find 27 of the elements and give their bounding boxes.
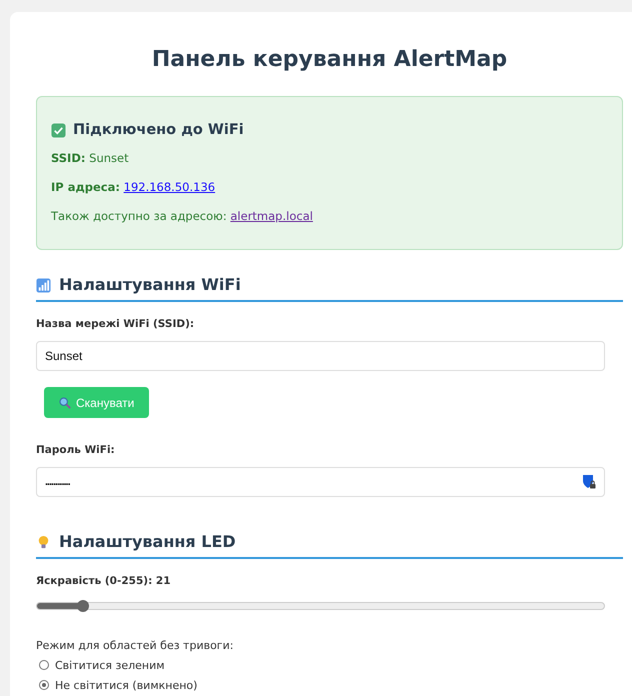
led-section-heading: Налаштування LED <box>59 531 236 553</box>
magnifier-icon <box>59 396 71 408</box>
wifi-section-heading: Налаштування WiFi <box>59 274 241 296</box>
page-title: Панель керування AlertMap <box>150 46 508 74</box>
ssid-field-label: Назва мережі WiFi (SSID): <box>36 317 196 332</box>
slider-thumb[interactable] <box>77 600 90 612</box>
ssid-value: Sunset <box>89 151 129 165</box>
ssid-input-field[interactable]: Sunset <box>36 341 605 371</box>
brightness-label: Яскравість (0-255): 21 <box>36 574 172 589</box>
alt-address-link[interactable]: alertmap.local <box>230 209 313 223</box>
ssid-label: SSID: <box>51 151 86 165</box>
light-bulb-icon <box>36 534 51 550</box>
shield-lock-icon[interactable] <box>582 474 596 490</box>
alt-address-text: Також доступно за адресою: <box>51 209 227 223</box>
brightness-slider[interactable] <box>36 602 605 610</box>
bar-chart-icon <box>36 278 51 292</box>
ip-label: IP адреса: <box>51 180 120 194</box>
radio-label[interactable]: Не світитися (вимкнено) <box>55 678 198 692</box>
radio-label[interactable]: Світитися зеленим <box>55 658 165 672</box>
radio-button[interactable] <box>39 660 49 670</box>
radio-button[interactable] <box>39 680 49 690</box>
ip-link[interactable]: 192.168.50.136 <box>124 180 216 194</box>
password-field-label: Пароль WiFi: <box>36 443 116 458</box>
status-heading: Підключено до WiFi <box>73 122 244 138</box>
mode-label: Режим для областей без тривоги: <box>36 638 234 654</box>
check-icon <box>51 122 66 138</box>
password-input-field[interactable]: ............ <box>36 467 605 497</box>
